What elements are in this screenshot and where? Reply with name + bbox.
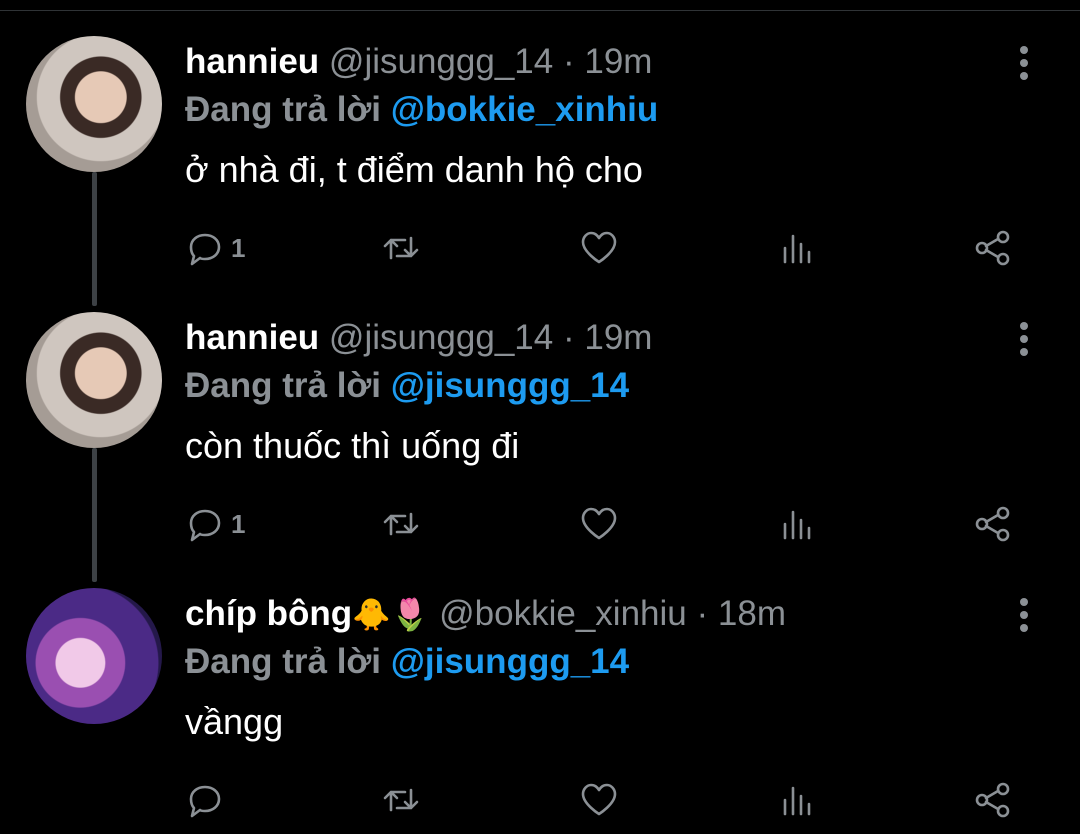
reply-icon	[189, 509, 221, 542]
mention-link[interactable]: @jisunggg_14	[391, 642, 629, 681]
views-button[interactable]	[777, 778, 817, 822]
tweet-text: ở nhà đi, t điểm danh hộ cho	[185, 149, 643, 190]
avatar[interactable]	[26, 36, 162, 172]
tweet[interactable]: hannieu @jisunggg_14 · 19m Đang trả lời …	[0, 36, 1080, 276]
avatar[interactable]	[26, 312, 162, 448]
retweet-button[interactable]	[381, 226, 421, 270]
mention-link[interactable]: @bokkie_xinhiu	[391, 90, 659, 129]
tweet-header: chíp bông🐥🌷 @bokkie_xinhiu · 18m	[185, 592, 786, 636]
share-icon	[975, 230, 1010, 266]
share-button[interactable]	[973, 502, 1013, 546]
views-icon	[783, 234, 811, 264]
tweet-text: vầngg	[185, 701, 284, 742]
tweet-header: hannieu @jisunggg_14 · 19m	[185, 40, 652, 84]
share-icon	[975, 506, 1010, 542]
replying-prefix: Đang trả lời	[185, 642, 382, 681]
reply-icon	[189, 233, 221, 266]
retweet-icon	[383, 236, 419, 260]
timestamp[interactable]: 18m	[718, 594, 786, 633]
retweet-button[interactable]	[381, 778, 421, 822]
share-icon	[975, 782, 1010, 818]
replying-to: Đang trả lời @jisunggg_14	[185, 640, 629, 684]
display-name[interactable]: hannieu	[185, 42, 319, 81]
top-divider	[0, 10, 1080, 11]
separator: ·	[562, 318, 575, 357]
timestamp[interactable]: 19m	[584, 318, 652, 357]
retweet-button[interactable]	[381, 502, 421, 546]
user-handle[interactable]: @jisunggg_14	[329, 318, 553, 357]
tweet-actions: 1	[185, 226, 1030, 270]
display-name[interactable]: hannieu	[185, 318, 319, 357]
share-button[interactable]	[973, 778, 1013, 822]
mention-link[interactable]: @jisunggg_14	[391, 366, 629, 405]
avatar[interactable]	[26, 588, 162, 724]
retweet-icon	[383, 512, 419, 536]
share-button[interactable]	[973, 226, 1013, 270]
replying-to: Đang trả lời @jisunggg_14	[185, 364, 629, 408]
like-icon	[581, 507, 617, 540]
name-emoji: 🐥🌷	[352, 597, 430, 632]
reply-icon	[189, 785, 221, 818]
tweet[interactable]: hannieu @jisunggg_14 · 19m Đang trả lời …	[0, 312, 1080, 552]
like-button[interactable]	[579, 778, 619, 822]
timestamp[interactable]: 19m	[584, 42, 652, 81]
more-icon[interactable]	[1011, 596, 1037, 632]
tweet-text: còn thuốc thì uống đi	[185, 425, 520, 466]
separator: ·	[562, 42, 575, 81]
reply-count: 1	[231, 508, 246, 539]
like-button[interactable]	[579, 226, 619, 270]
views-button[interactable]	[777, 226, 817, 270]
like-icon	[581, 231, 617, 264]
like-button[interactable]	[579, 502, 619, 546]
retweet-icon	[383, 788, 419, 812]
more-icon[interactable]	[1011, 44, 1037, 80]
views-button[interactable]	[777, 502, 817, 546]
reply-count: 1	[231, 232, 246, 263]
views-icon	[783, 510, 811, 540]
more-icon[interactable]	[1011, 320, 1037, 356]
views-icon	[783, 786, 811, 816]
replying-prefix: Đang trả lời	[185, 366, 382, 405]
replying-to: Đang trả lời @bokkie_xinhiu	[185, 88, 658, 132]
user-handle[interactable]: @jisunggg_14	[329, 42, 553, 81]
display-name[interactable]: chíp bông	[185, 594, 352, 633]
tweet-actions: 1	[185, 502, 1030, 546]
like-icon	[581, 783, 617, 816]
reply-button[interactable]: 1	[185, 502, 245, 546]
tweet[interactable]: chíp bông🐥🌷 @bokkie_xinhiu · 18m Đang tr…	[0, 588, 1080, 828]
tweet-actions	[185, 778, 1030, 822]
reply-button[interactable]: 1	[185, 226, 245, 270]
tweet-header: hannieu @jisunggg_14 · 19m	[185, 316, 652, 360]
replying-prefix: Đang trả lời	[185, 90, 382, 129]
user-handle[interactable]: @bokkie_xinhiu	[439, 594, 687, 633]
reply-button[interactable]	[185, 778, 225, 822]
separator: ·	[696, 594, 709, 633]
